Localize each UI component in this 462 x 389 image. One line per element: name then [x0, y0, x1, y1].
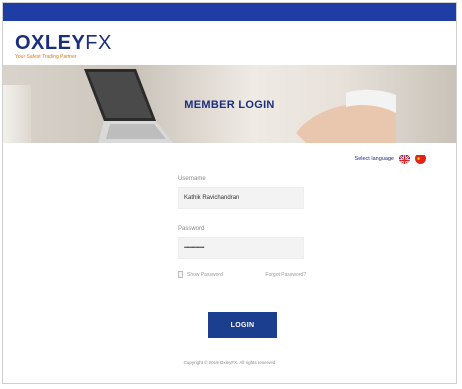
- brand-name-secondary: FX: [85, 32, 112, 54]
- password-input[interactable]: ••••••••••••••••: [178, 237, 304, 259]
- copyright-footer: Copyright © 2019 OxleyFX. All rights res…: [183, 360, 276, 365]
- username-input[interactable]: Kathik Ravichandran: [178, 187, 304, 209]
- brand-tagline: Your Safest Trading Partner: [15, 54, 77, 60]
- select-language-label: Select language: [354, 155, 394, 162]
- china-flag-icon[interactable]: [415, 153, 426, 164]
- username-label: Username: [178, 176, 206, 182]
- login-form: Username Kathik Ravichandran Password ••…: [178, 176, 306, 278]
- language-selector: Select language: [355, 153, 426, 164]
- login-button[interactable]: LOGIN: [208, 312, 277, 338]
- password-label: Password: [178, 226, 205, 232]
- hand-image: [296, 89, 396, 143]
- member-login-title: MEMBER LOGIN: [184, 99, 275, 111]
- brand-name-primary: OXLEY: [15, 32, 86, 54]
- coffee-cup-image: [3, 85, 31, 143]
- brand-logo[interactable]: OXLEYFX Your Safest Trading Partner: [15, 33, 112, 60]
- top-bar: [3, 3, 456, 21]
- forgot-password-link[interactable]: Forgot Password?: [265, 272, 306, 278]
- login-page: OXLEYFX Your Safest Trading Partner MEMB…: [2, 2, 457, 384]
- show-password-label: Show Password: [187, 271, 223, 278]
- uk-flag-icon[interactable]: [399, 153, 410, 164]
- show-password-checkbox[interactable]: [178, 271, 183, 278]
- show-password-toggle[interactable]: Show Password: [178, 271, 223, 278]
- form-options: Show Password Forgot Password?: [178, 271, 306, 278]
- hero-banner: MEMBER LOGIN: [3, 65, 456, 143]
